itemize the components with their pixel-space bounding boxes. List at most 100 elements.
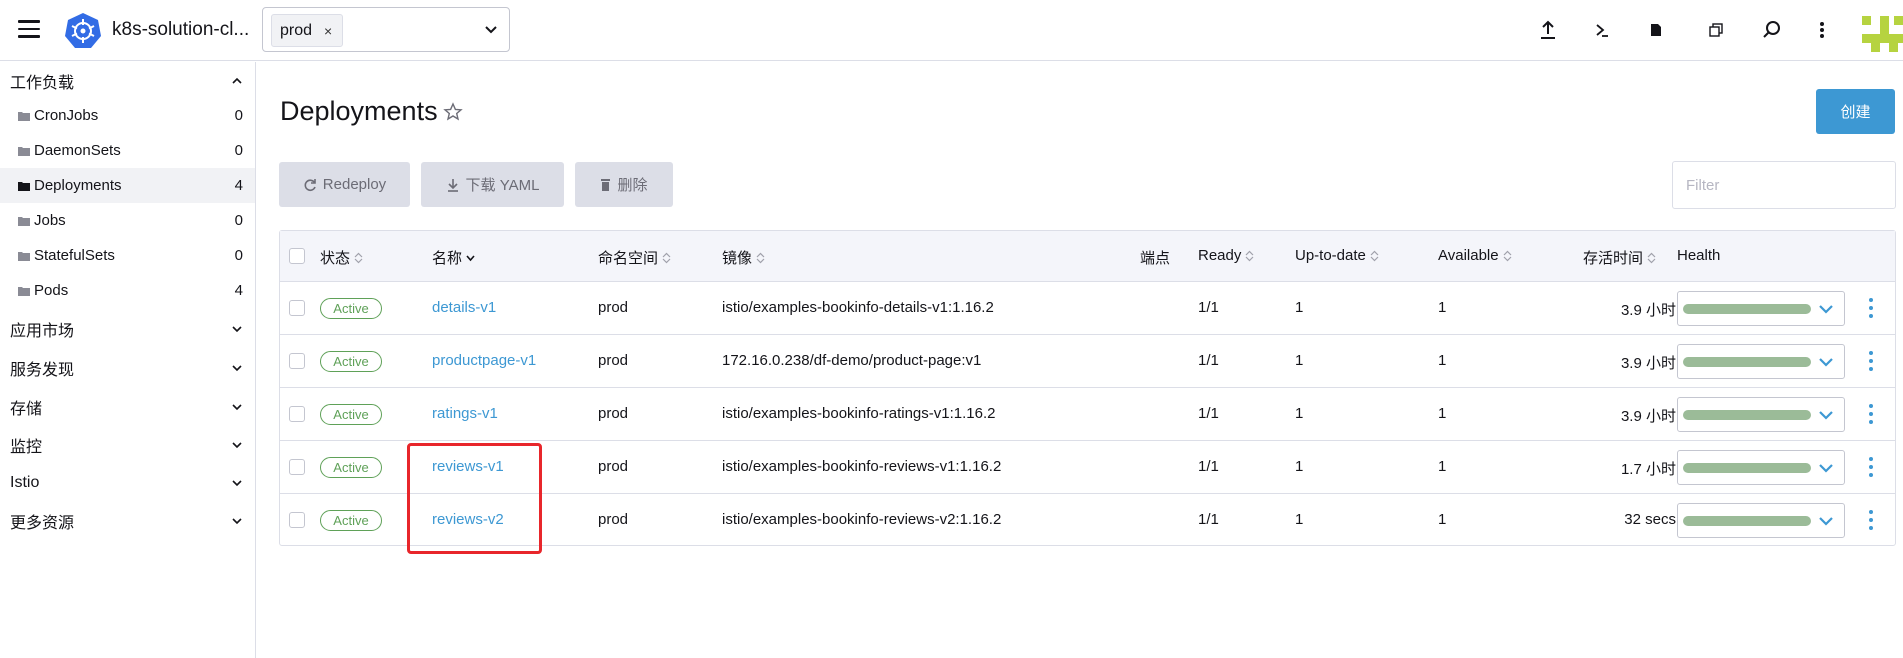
redeploy-button[interactable]: Redeploy <box>279 162 410 207</box>
health-dropdown[interactable] <box>1677 397 1845 432</box>
age-cell: 1.7 小时 <box>1620 461 1676 478</box>
upload-icon[interactable] <box>1536 18 1560 42</box>
ready-cell: 1/1 <box>1198 511 1219 528</box>
sidebar-item-jobs[interactable]: Jobs 0 <box>0 203 255 238</box>
health-dropdown[interactable] <box>1677 291 1845 326</box>
sidebar-group-label: Istio <box>10 474 40 491</box>
sidebar-item-label: Pods <box>34 282 69 299</box>
chevron-down-icon <box>232 480 242 487</box>
column-header-namespace[interactable]: 命名空间 <box>598 247 671 268</box>
sidebar-item-deployments[interactable]: Deployments 4 <box>0 168 255 203</box>
table-header: 状态 名称 命名空间 镜像 端点 Ready Up-to-date Availa… <box>280 231 1895 282</box>
chevron-down-icon <box>1819 411 1833 420</box>
chevron-down-icon <box>232 404 242 411</box>
column-header-age[interactable]: 存活时间 <box>1583 247 1656 268</box>
table-row: Active details-v1 prod istio/examples-bo… <box>280 282 1895 335</box>
sidebar-item-label: Jobs <box>34 212 66 229</box>
deployment-name-link[interactable]: productpage-v1 <box>432 352 536 369</box>
sidebar-item-statefulsets[interactable]: StatefulSets 0 <box>0 238 255 273</box>
column-header-state[interactable]: 状态 <box>320 247 363 268</box>
sidebar-group-label: 监控 <box>10 439 43 456</box>
column-header-up-to-date[interactable]: Up-to-date <box>1295 247 1379 264</box>
copy-icon[interactable] <box>1704 18 1728 42</box>
deployment-name-link[interactable]: reviews-v1 <box>432 458 504 475</box>
sidebar-group-label: 更多资源 <box>10 515 75 532</box>
deployment-name-link[interactable]: reviews-v2 <box>432 511 504 528</box>
row-checkbox[interactable] <box>289 459 305 475</box>
health-dropdown[interactable] <box>1677 450 1845 485</box>
column-header-image[interactable]: 镜像 <box>722 247 765 268</box>
column-header-ready[interactable]: Ready <box>1198 247 1254 264</box>
row-actions-icon[interactable] <box>1866 296 1876 320</box>
chevron-down-icon <box>232 326 242 333</box>
star-icon[interactable] <box>443 102 463 122</box>
available-cell: 1 <box>1438 458 1447 475</box>
cluster-name[interactable]: k8s-solution-cl... <box>112 19 249 41</box>
sidebar-item-pods[interactable]: Pods 4 <box>0 273 255 308</box>
more-vertical-icon[interactable] <box>1810 18 1834 42</box>
health-bar <box>1683 463 1811 473</box>
table-row: Active productpage-v1 prod 172.16.0.238/… <box>280 335 1895 388</box>
column-header-health: Health <box>1677 247 1721 264</box>
age-cell: 3.9 小时 <box>1620 302 1676 319</box>
chevron-down-icon <box>1819 305 1833 314</box>
ready-cell: 1/1 <box>1198 405 1219 422</box>
sidebar-group-service-discovery[interactable]: 服务发现 <box>0 353 255 383</box>
status-badge: Active <box>320 457 382 478</box>
row-checkbox[interactable] <box>289 353 305 369</box>
column-header-name[interactable]: 名称 <box>432 247 475 268</box>
create-button[interactable]: 创建 <box>1816 89 1895 134</box>
menu-icon[interactable] <box>18 20 40 38</box>
sidebar-item-daemonsets[interactable]: DaemonSets 0 <box>0 133 255 168</box>
deployment-name-link[interactable]: details-v1 <box>432 299 496 316</box>
namespace-select[interactable]: prod × <box>262 7 510 52</box>
column-header-available[interactable]: Available <box>1438 247 1512 264</box>
chevron-down-icon <box>1819 464 1833 473</box>
row-actions-icon[interactable] <box>1866 455 1876 479</box>
sidebar-item-cronjobs[interactable]: CronJobs 0 <box>0 98 255 133</box>
filter-input[interactable] <box>1672 161 1896 209</box>
page-title: Deployments <box>280 96 438 126</box>
sidebar-group-label: 应用市场 <box>10 323 75 340</box>
deployment-name-link[interactable]: ratings-v1 <box>432 405 498 422</box>
status-badge: Active <box>320 298 382 319</box>
sort-icon <box>1245 250 1254 261</box>
chevron-up-icon <box>232 77 242 84</box>
namespace-cell: prod <box>598 511 629 528</box>
file-icon[interactable] <box>1644 18 1668 42</box>
search-icon[interactable] <box>1760 18 1784 42</box>
health-bar <box>1683 410 1811 420</box>
row-actions-icon[interactable] <box>1866 508 1876 532</box>
sidebar-group-istio[interactable]: Istio <box>0 468 255 498</box>
row-checkbox[interactable] <box>289 512 305 528</box>
health-dropdown[interactable] <box>1677 503 1845 538</box>
deployments-table: 状态 名称 命名空间 镜像 端点 Ready Up-to-date Availa… <box>279 230 1896 546</box>
sidebar-group-monitoring[interactable]: 监控 <box>0 430 255 460</box>
available-cell: 1 <box>1438 405 1447 422</box>
chevron-down-icon <box>232 518 242 525</box>
sidebar-group-apps[interactable]: 应用市场 <box>0 314 255 344</box>
select-all-checkbox[interactable] <box>289 248 305 264</box>
row-actions-icon[interactable] <box>1866 349 1876 373</box>
health-bar <box>1683 357 1811 367</box>
table-row: Active reviews-v1 prod istio/examples-bo… <box>280 441 1895 494</box>
sidebar-item-label: CronJobs <box>34 107 99 124</box>
sort-icon <box>662 252 671 263</box>
chevron-down-icon[interactable] <box>483 22 499 38</box>
row-actions-icon[interactable] <box>1866 402 1876 426</box>
avatar[interactable] <box>1862 16 1903 52</box>
sidebar-group-storage[interactable]: 存储 <box>0 392 255 422</box>
sidebar: 工作负载 CronJobs 0 DaemonSets 0 Deployments… <box>0 62 256 658</box>
namespace-chip: prod × <box>271 14 344 47</box>
terminal-icon[interactable] <box>1590 18 1614 42</box>
health-dropdown[interactable] <box>1677 344 1845 379</box>
chip-close-icon[interactable]: × <box>324 23 332 39</box>
row-checkbox[interactable] <box>289 406 305 422</box>
download-yaml-button[interactable]: 下载 YAML <box>421 162 564 207</box>
sidebar-group-workloads[interactable]: 工作负载 <box>0 66 255 96</box>
delete-button[interactable]: 删除 <box>575 162 673 207</box>
sidebar-group-more-resources[interactable]: 更多资源 <box>0 506 255 536</box>
row-checkbox[interactable] <box>289 300 305 316</box>
folder-icon <box>18 111 30 121</box>
ready-cell: 1/1 <box>1198 299 1219 316</box>
